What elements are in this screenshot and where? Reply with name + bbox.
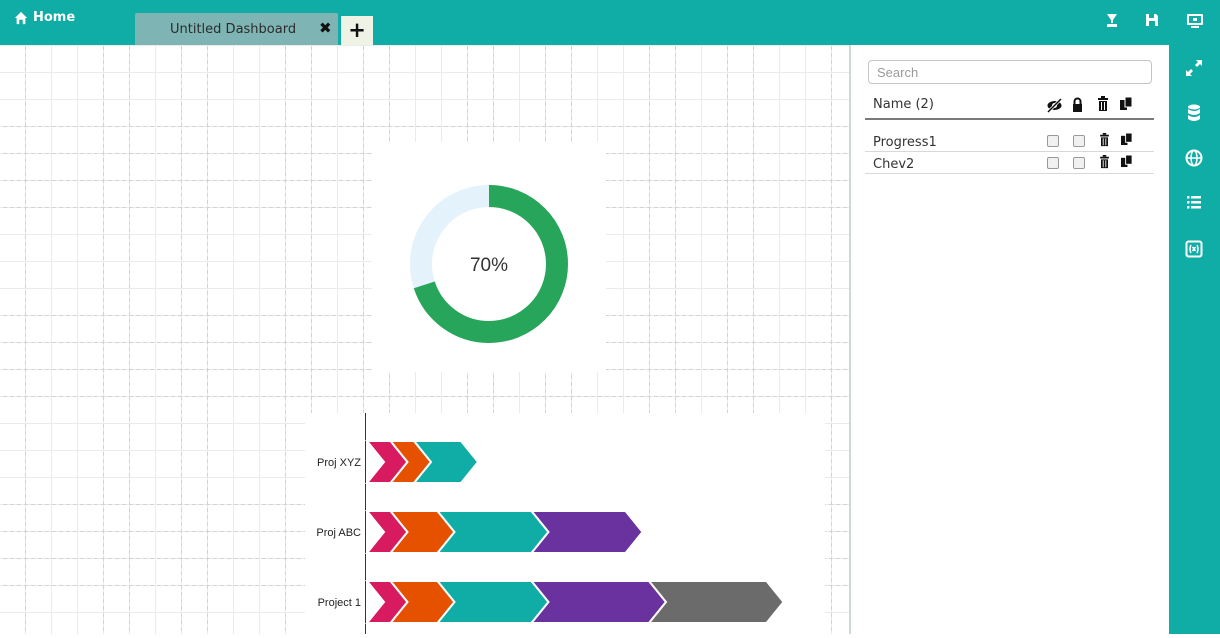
clear-button[interactable] — [1104, 12, 1120, 32]
list-button[interactable] — [1184, 193, 1204, 213]
hide-checkbox[interactable] — [1047, 135, 1059, 147]
trash-icon[interactable] — [1097, 96, 1109, 112]
expand-button[interactable] — [1184, 58, 1204, 78]
progress-percent-label: 70% — [470, 255, 508, 276]
delete-item-icon[interactable] — [1099, 155, 1110, 169]
tab-close-button[interactable]: ✖ — [319, 19, 332, 37]
list-header-name: Name (2) — [873, 97, 934, 112]
list-item-name: Progress1 — [873, 135, 937, 150]
variable-icon — [1185, 240, 1203, 258]
tab-title: Untitled Dashboard — [170, 22, 297, 37]
chevron-segment — [435, 510, 550, 554]
variables-button[interactable] — [1184, 239, 1204, 259]
home-button[interactable]: Home — [14, 10, 75, 25]
chevron-row-label: Proj XYZ — [317, 457, 361, 469]
list-header: Name (2) — [865, 94, 1154, 120]
tab-untitled-dashboard[interactable]: Untitled Dashboard ✖ — [135, 13, 338, 45]
chevron-row-label: Proj ABC — [316, 527, 361, 539]
monitor-icon — [1187, 14, 1203, 28]
chevron-segment — [435, 580, 550, 624]
widget-list-panel: Name (2) Progress1 Chev2 — [851, 45, 1168, 634]
database-icon — [1188, 104, 1200, 121]
copy-item-icon[interactable] — [1121, 155, 1133, 168]
home-label: Home — [33, 10, 76, 25]
list-item-name: Chev2 — [873, 157, 915, 172]
list-item[interactable]: Chev2 — [865, 152, 1154, 174]
hide-checkbox[interactable] — [1047, 157, 1059, 169]
save-icon — [1146, 14, 1158, 26]
top-bar: Home Untitled Dashboard ✖ + — [0, 0, 1220, 45]
chevron-row-label: Project 1 — [318, 597, 361, 609]
copy-item-icon[interactable] — [1121, 133, 1133, 146]
globe-icon — [1185, 149, 1203, 167]
expand-icon — [1186, 60, 1202, 76]
eye-slash-icon[interactable] — [1046, 98, 1063, 113]
eraser-icon — [1107, 14, 1117, 27]
list-item[interactable]: Progress1 — [865, 130, 1154, 152]
search-input[interactable] — [868, 60, 1152, 84]
lock-checkbox[interactable] — [1073, 157, 1085, 169]
lock-icon[interactable] — [1072, 97, 1083, 113]
copy-icon[interactable] — [1120, 97, 1133, 111]
chevron-segment — [529, 510, 644, 554]
add-tab-button[interactable]: + — [341, 16, 373, 45]
save-button[interactable] — [1144, 12, 1160, 32]
progress-widget[interactable]: 70% — [372, 142, 606, 372]
database-button[interactable] — [1184, 103, 1204, 123]
chevron-widget[interactable]: Proj XYZ Proj ABC Project 1 — [305, 413, 825, 634]
list-icon — [1187, 196, 1201, 209]
delete-item-icon[interactable] — [1099, 133, 1110, 147]
preview-button[interactable] — [1186, 12, 1204, 32]
lock-checkbox[interactable] — [1073, 135, 1085, 147]
right-toolbar — [1169, 45, 1220, 634]
home-icon — [14, 11, 28, 24]
chevron-segment — [529, 580, 668, 624]
globe-button[interactable] — [1184, 148, 1204, 168]
chevron-segment — [646, 580, 785, 624]
